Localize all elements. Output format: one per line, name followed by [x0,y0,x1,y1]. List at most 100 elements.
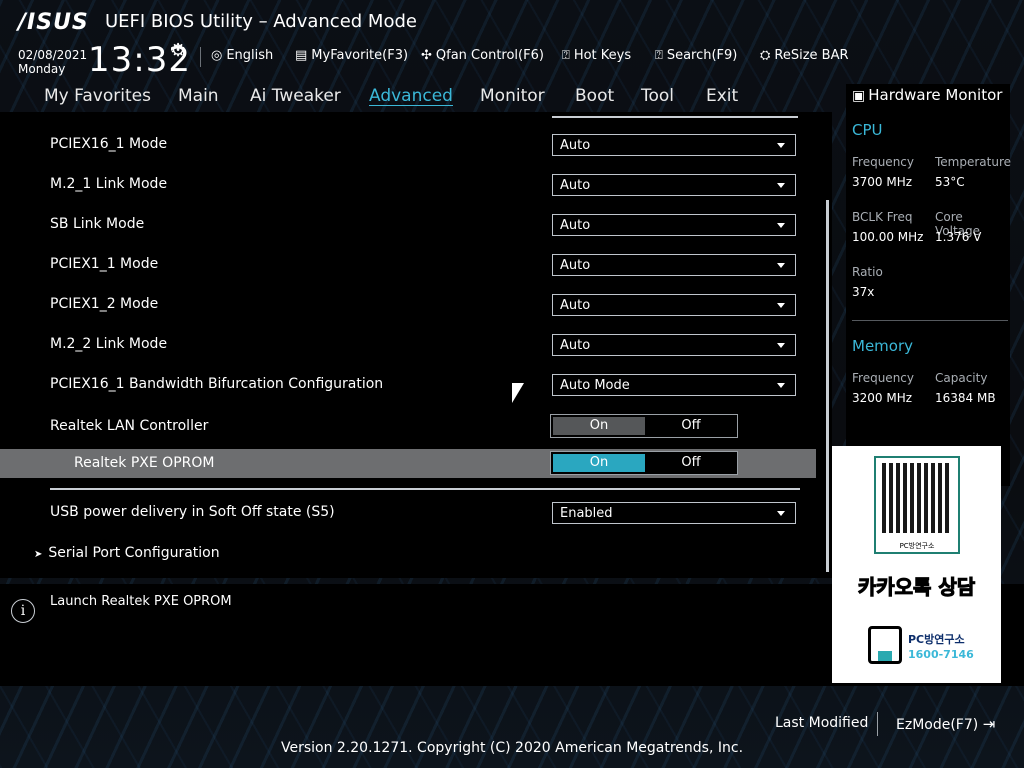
resize-bar-icon: ⛭ [760,48,771,63]
dropdown-arrow-icon [777,303,785,308]
hot-keys-button[interactable]: ⍰ Hot Keys [562,48,631,63]
memory-frequency-label: Frequency [852,371,914,385]
memory-capacity-label: Capacity [935,371,988,385]
setting-label: M.2_1 Link Mode [50,176,168,192]
tab-my-favorites[interactable]: My Favorites [44,86,151,106]
setting-label: USB power delivery in Soft Off state (S5… [50,504,335,520]
tab-ai-tweaker[interactable]: Ai Tweaker [250,86,341,106]
pciex1-2-mode-dropdown[interactable]: Auto [552,294,796,316]
help-text: Launch Realtek PXE OPROM [50,594,232,609]
setting-label: PCIEX16_1 Bandwidth Bifurcation Configur… [50,376,384,392]
cpu-section-title: CPU [852,121,883,139]
usb-power-delivery-dropdown[interactable]: Enabled [552,502,796,524]
pc-lab-logo-icon [868,626,902,664]
tab-tool[interactable]: Tool [641,86,674,106]
toggle-on[interactable]: On [553,417,645,435]
toggle-off[interactable]: Off [647,454,735,472]
setting-label: SB Link Mode [50,216,145,232]
tab-main[interactable]: Main [178,86,219,106]
memory-frequency-value: 3200 MHz [852,391,913,405]
bclk-label: BCLK Freq [852,210,913,224]
cpu-temperature-label: Temperature [935,155,1012,169]
ezmode-button[interactable]: EzMode(F7) ⇥ [896,715,995,733]
search-button[interactable]: ⍰ Search(F9) [655,48,737,63]
serial-port-submenu[interactable]: ➤ Serial Port Configuration [34,545,220,561]
bifurcation-dropdown[interactable]: Auto Mode [552,374,796,396]
ratio-label: Ratio [852,265,883,279]
memory-section-title: Memory [852,337,914,355]
hotkeys-icon: ⍰ [562,48,570,63]
cpu-temperature-value: 53°C [935,175,965,189]
realtek-pxe-oprom-toggle[interactable]: On Off [550,451,738,475]
chevron-right-icon: ➤ [34,549,43,560]
qr-code-frame: PC방연구소 [874,456,960,554]
info-icon: i [11,599,35,623]
tab-boot[interactable]: Boot [575,86,614,106]
toolbar-separator [200,47,201,67]
toggle-on[interactable]: On [553,454,645,472]
dropdown-arrow-icon [777,143,785,148]
search-icon: ⍰ [655,48,663,63]
tab-exit[interactable]: Exit [706,86,738,106]
resize-bar-button[interactable]: ⛭ ReSize BAR [760,48,849,63]
kakao-consult-text: 카카오톡 상담 [857,575,976,600]
setting-label: PCIEX16_1 Mode [50,136,168,152]
monitor-icon: ▣ [852,88,866,104]
tab-advanced[interactable]: Advanced [369,86,453,106]
setting-label: M.2_2 Link Mode [50,336,168,352]
tab-monitor[interactable]: Monitor [480,86,545,106]
fan-icon: ✣ [421,48,432,63]
gear-icon[interactable]: ⚙ [170,40,186,61]
qr-code-icon [882,463,952,533]
top-divider [552,116,798,118]
hardware-monitor-title: ▣ Hardware Monitor [852,86,1003,104]
date-display: 02/08/2021 Monday [18,48,88,76]
favorite-icon: ▤ [295,48,308,63]
globe-icon: ◎ [211,48,223,63]
core-voltage-value: 1.376 V [935,230,982,244]
pciex16-1-mode-dropdown[interactable]: Auto [552,134,796,156]
setting-label: Realtek LAN Controller [50,418,209,434]
ratio-value: 37x [852,285,875,299]
m2-1-link-mode-dropdown[interactable]: Auto [552,174,796,196]
mouse-cursor-icon [512,383,524,403]
version-text: Version 2.20.1271. Copyright (C) 2020 Am… [280,740,744,756]
monitor-divider [852,320,1008,321]
setting-label: PCIEX1_1 Mode [50,256,159,272]
myfavorite-button[interactable]: ▤ MyFavorite(F3) [295,48,408,63]
brand-name: PC방연구소 [908,633,965,646]
asus-logo: /ISUS [18,10,89,35]
exit-arrow-icon: ⇥ [982,715,996,733]
scrollbar[interactable] [826,200,829,572]
memory-capacity-value: 16384 MB [935,391,996,405]
promo-overlay: PC방연구소 카카오톡 상담 PC방연구소 1600-7146 [832,446,1001,683]
app-title: UEFI BIOS Utility – Advanced Mode [105,11,417,32]
cpu-frequency-value: 3700 MHz [852,175,913,189]
dropdown-arrow-icon [777,343,785,348]
last-modified-button[interactable]: Last Modified [775,715,868,731]
pciex1-1-mode-dropdown[interactable]: Auto [552,254,796,276]
brand-phone: 1600-7146 [908,648,974,661]
qr-caption: PC방연구소 [899,542,935,550]
setting-label: Realtek PXE OPROM [74,455,215,471]
language-button[interactable]: ◎ English [211,48,273,63]
dropdown-arrow-icon [777,383,785,388]
footer-separator [877,712,878,736]
hardware-monitor-panel: ▣ Hardware Monitor CPU Frequency Temperat… [846,84,1012,486]
bclk-value: 100.00 MHz [852,230,924,244]
settings-panel: PCIEX16_1 Mode Auto M.2_1 Link Mode Auto… [0,112,832,578]
qfan-control-button[interactable]: ✣ Qfan Control(F6) [421,48,544,63]
realtek-lan-toggle[interactable]: On Off [550,414,738,438]
top-bar: /ISUS UEFI BIOS Utility – Advanced Mode … [0,0,1024,84]
main-nav: My Favorites Main Ai Tweaker Advanced Mo… [0,84,838,112]
dropdown-arrow-icon [777,511,785,516]
toggle-off[interactable]: Off [647,417,735,435]
dropdown-arrow-icon [777,183,785,188]
dropdown-arrow-icon [777,263,785,268]
setting-label: PCIEX1_2 Mode [50,296,159,312]
sb-link-mode-dropdown[interactable]: Auto [552,214,796,236]
dropdown-arrow-icon [777,223,785,228]
section-divider [50,488,800,490]
cpu-frequency-label: Frequency [852,155,914,169]
m2-2-link-mode-dropdown[interactable]: Auto [552,334,796,356]
